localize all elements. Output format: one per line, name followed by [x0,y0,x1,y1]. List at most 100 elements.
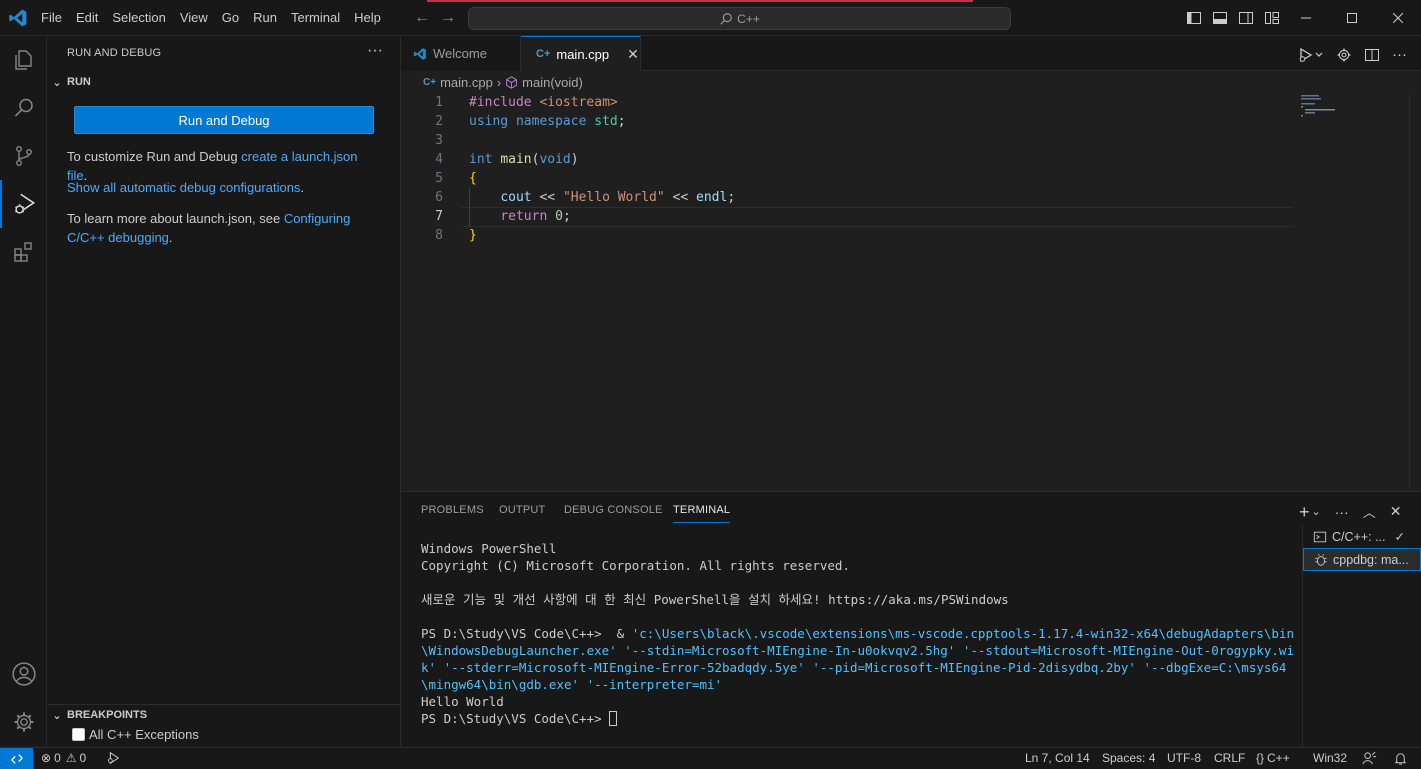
activity-explorer[interactable] [0,36,47,84]
menu-run[interactable]: Run [246,0,284,36]
feedback-icon[interactable] [1362,751,1377,766]
code-line[interactable]: int main(void) [469,150,579,169]
maximize-icon [1347,13,1357,23]
breakpoints-section-header[interactable]: ⌄ BREAKPOINTS [47,704,147,726]
menu-help[interactable]: Help [347,0,388,36]
new-terminal-plus-icon[interactable]: + [1299,503,1310,521]
menu-file[interactable]: File [34,0,69,36]
menu-go[interactable]: Go [215,0,246,36]
terminal-output-line: Hello World [421,694,504,709]
minimap[interactable] [1297,93,1407,133]
menu-selection[interactable]: Selection [105,0,172,36]
bottom-panel: PROBLEMS OUTPUT DEBUG CONSOLE TERMINAL +… [401,491,1421,747]
editor-scrollbar[interactable] [1409,93,1421,491]
run-play-debug-icon[interactable] [1298,47,1324,63]
toggle-primary-sidebar-icon[interactable] [1186,10,1202,26]
terminal-line: 새로운 기능 및 개선 사항에 대 한 최신 PowerShell을 설치 하세… [421,592,1009,607]
line-number: 6 [435,190,443,205]
show-all-suffix: . [300,180,305,195]
breakpoint-item: All C++ Exceptions [72,727,199,742]
run-section-header[interactable]: ⌄ RUN [47,71,90,93]
problems-status[interactable]: ⊗ 0 ⚠ 0 [41,751,86,765]
menu-view[interactable]: View [173,0,215,36]
code-editor[interactable]: 1 2 3 4 5 6 7 8 #include <iostream> using namesp… [401,93,1421,491]
sidebar-more-icon[interactable]: ··· [367,42,383,60]
back-arrow-icon[interactable]: ← [412,8,432,28]
code-line[interactable]: cout << "Hello World" << endl; [469,188,735,207]
learn-prefix: To learn more about launch.json, see [67,211,284,226]
learn-suffix: . [168,230,173,245]
run-and-debug-button[interactable]: Run and Debug [74,106,374,134]
tab-main-cpp[interactable]: C+ main.cpp ✕ [521,36,641,71]
tab-welcome[interactable]: Welcome [401,36,521,71]
menu-edit[interactable]: Edit [69,0,105,36]
close-tab-icon[interactable]: ✕ [627,46,639,63]
debug-status[interactable] [106,751,120,765]
activity-search[interactable] [0,84,47,132]
menu-terminal[interactable]: Terminal [284,0,347,36]
remote-indicator-button[interactable] [0,748,33,769]
breakpoint-checkbox[interactable] [72,728,85,741]
chevron-down-icon[interactable]: ⌄ [1312,505,1321,518]
code-line[interactable]: } [469,226,477,245]
activity-manage[interactable] [0,698,47,746]
maximize-panel-icon[interactable]: ︿ [1363,502,1376,521]
terminal-output[interactable]: Windows PowerShell Copyright (C) Microsof… [421,540,1301,727]
activity-source-control[interactable] [0,132,47,180]
activity-bar [0,36,47,746]
customize-layout-icon[interactable] [1264,10,1280,26]
terminal-prompt: PS D:\Study\VS Code\C++> [421,626,602,641]
more-actions-icon[interactable]: ··· [1335,504,1349,520]
terminal-item-cppdbg[interactable]: cppdbg: ma... [1303,548,1421,571]
code-line[interactable]: using namespace std; [469,112,626,131]
search-icon [720,12,732,25]
more-actions-icon[interactable]: ··· [1392,46,1407,63]
panel-tab-debug-console[interactable]: DEBUG CONSOLE [564,504,663,516]
platform-status[interactable]: Win32 [1313,751,1347,765]
current-line-highlight [461,207,1293,227]
editor-tabs: Welcome C+ main.cpp ✕ ··· [401,36,1421,71]
toggle-secondary-sidebar-icon[interactable] [1238,10,1254,26]
minimize-button[interactable] [1283,0,1329,36]
status-bar: ⊗ 0 ⚠ 0 Ln 7, Col 14 Spaces: 4 UTF-8 CRL… [0,747,1421,769]
show-all-configurations-link[interactable]: Show all automatic debug configurations [67,180,300,195]
close-panel-icon[interactable]: ✕ [1390,503,1402,520]
menu-bar: File Edit Selection View Go Run Terminal Help [34,0,388,36]
terminal-item-cpp[interactable]: C/C++: ... ✓ [1303,525,1421,548]
encoding-status[interactable]: UTF-8 [1167,751,1201,765]
language-mode-status[interactable]: {} C++ [1256,751,1290,765]
code-line[interactable]: { [469,169,477,188]
account-icon [11,662,36,686]
forward-arrow-icon[interactable]: → [438,8,458,28]
activity-extensions[interactable] [0,228,47,276]
command-center-search[interactable]: C++ [468,7,1011,30]
cursor-position-status[interactable]: Ln 7, Col 14 [1025,751,1090,765]
toggle-panel-icon[interactable] [1212,10,1228,26]
breadcrumb-symbol[interactable]: main(void) [522,75,583,90]
close-window-button[interactable] [1375,0,1421,36]
learn-more-text: To learn more about launch.json, see Con… [67,209,377,247]
line-number: 3 [435,133,443,148]
panel-tab-output[interactable]: OUTPUT [499,504,545,516]
maximize-button[interactable] [1329,0,1375,36]
braces-icon: {} [1256,751,1265,765]
activity-run-debug[interactable] [0,180,47,228]
split-editor-icon[interactable] [1364,47,1380,63]
customize-prefix: To customize Run and Debug [67,149,242,164]
settings-gear-icon[interactable] [1336,47,1352,63]
code-line[interactable]: return 0; [469,207,570,226]
activity-accounts[interactable] [0,650,47,698]
indentation-status[interactable]: Spaces: 4 [1102,751,1155,765]
panel-tab-terminal[interactable]: TERMINAL [673,504,731,523]
notifications-bell-icon[interactable] [1393,751,1408,766]
terminal-static-lines: Windows PowerShell Copyright (C) Microsof… [421,540,1301,625]
breadcrumb-file[interactable]: main.cpp [440,75,493,90]
breakpoints-section-label: BREAKPOINTS [67,709,148,721]
terminal-final-prompt-line: PS D:\Study\VS Code\C++> [421,710,1301,727]
tab-welcome-label: Welcome [433,46,487,61]
code-line[interactable]: #include <iostream> [469,93,618,112]
command-center-text: C++ [737,11,760,26]
eol-status[interactable]: CRLF [1214,751,1245,765]
panel-tab-problems[interactable]: PROBLEMS [421,504,484,516]
